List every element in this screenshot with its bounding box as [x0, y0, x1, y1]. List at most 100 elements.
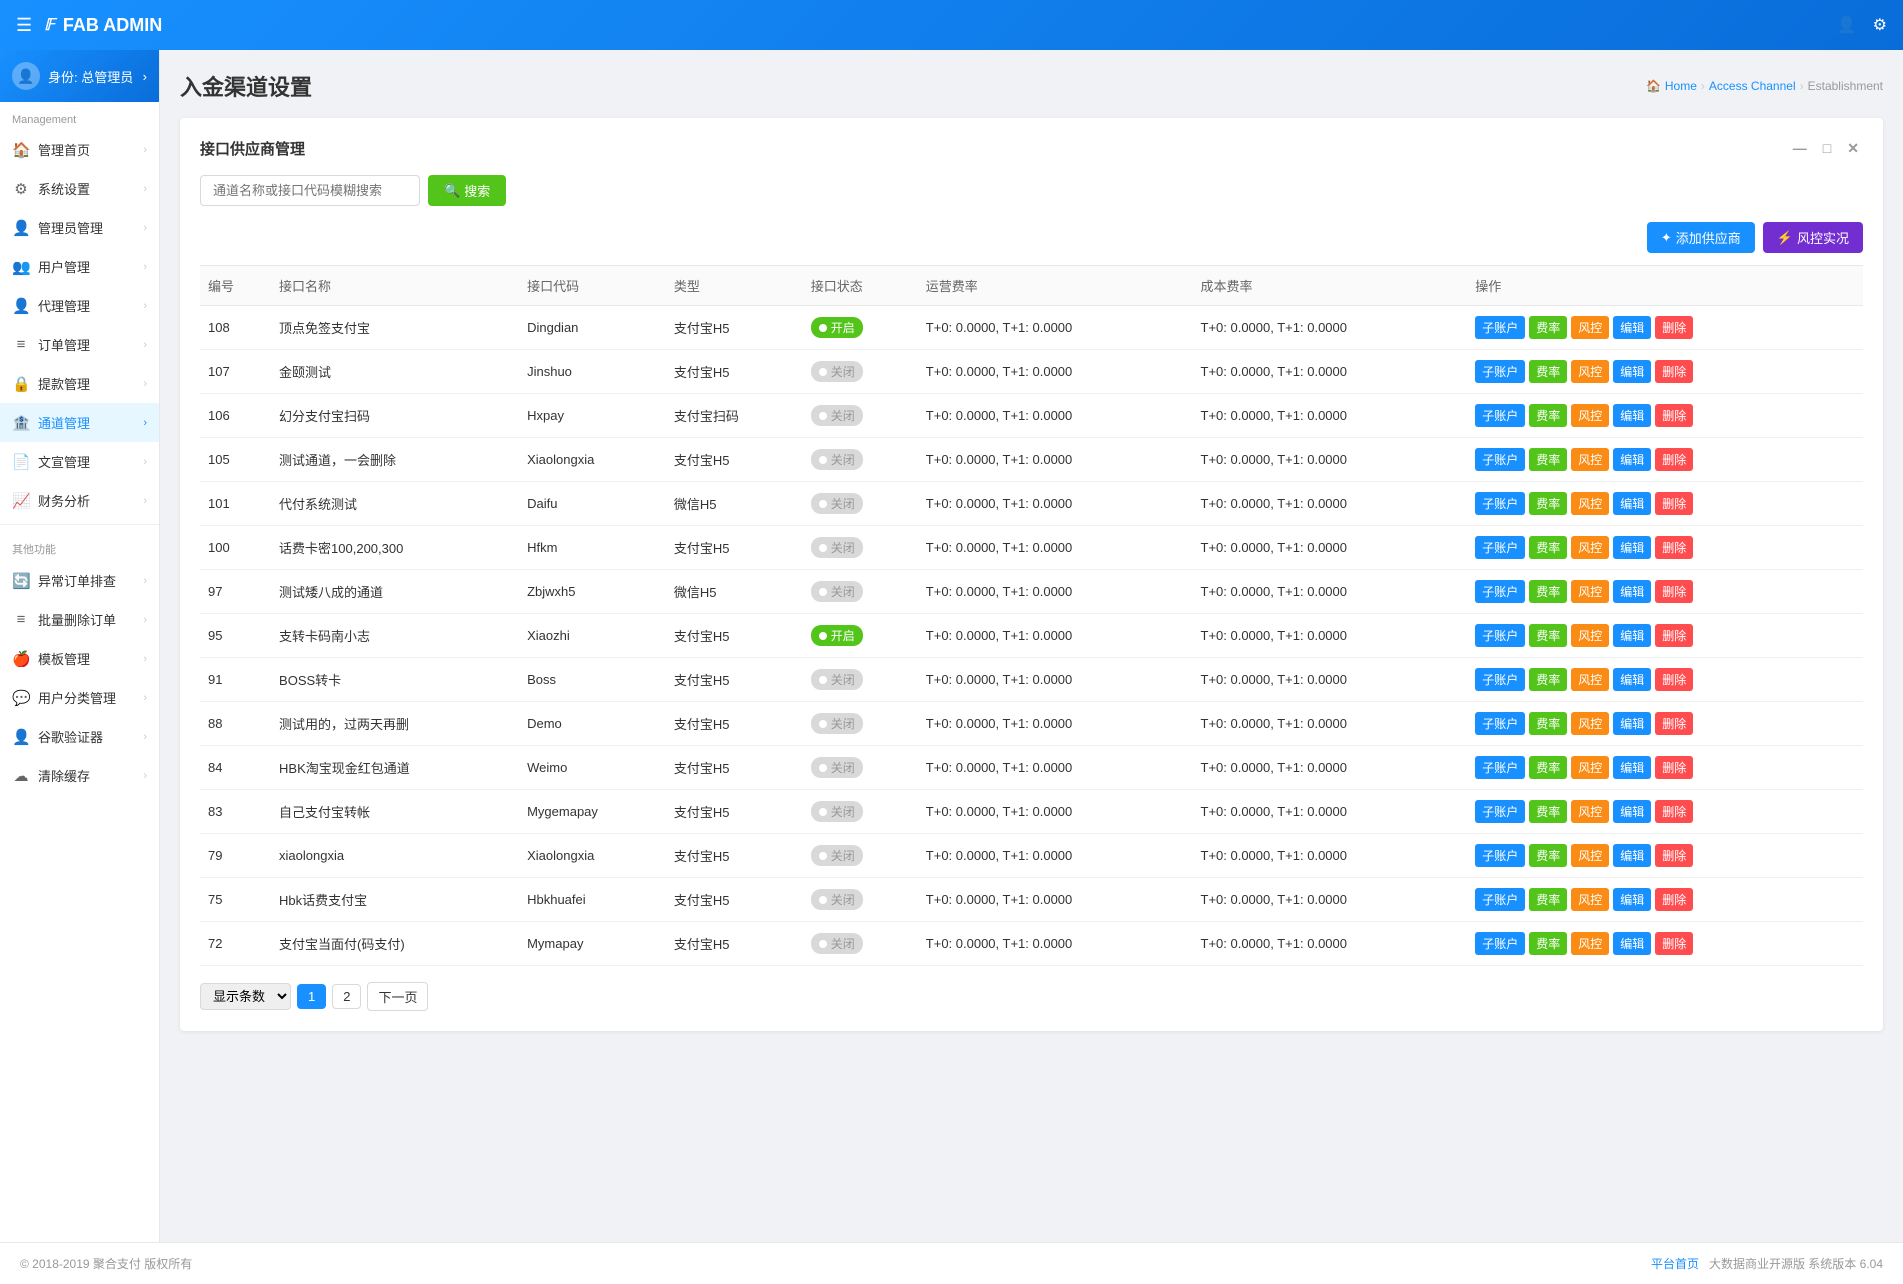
delete-button[interactable]: 删除 [1655, 536, 1693, 559]
sidebar-item-abnormal[interactable]: 🔄 异常订单排查 › [0, 561, 159, 600]
delete-button[interactable]: 删除 [1655, 404, 1693, 427]
page-1-button[interactable]: 1 [297, 984, 326, 1009]
rate-button[interactable]: 费率 [1529, 580, 1567, 603]
delete-button[interactable]: 删除 [1655, 888, 1693, 911]
sub-account-button[interactable]: 子账户 [1475, 536, 1525, 559]
minimize-icon[interactable]: — [1789, 138, 1811, 159]
edit-button[interactable]: 编辑 [1613, 668, 1651, 691]
sub-account-button[interactable]: 子账户 [1475, 448, 1525, 471]
page-2-button[interactable]: 2 [332, 984, 361, 1009]
edit-button[interactable]: 编辑 [1613, 712, 1651, 735]
sidebar-item-document[interactable]: 📄 文宣管理 › [0, 442, 159, 481]
sub-account-button[interactable]: 子账户 [1475, 800, 1525, 823]
delete-button[interactable]: 删除 [1655, 580, 1693, 603]
edit-button[interactable]: 编辑 [1613, 888, 1651, 911]
rate-button[interactable]: 费率 [1529, 360, 1567, 383]
delete-button[interactable]: 删除 [1655, 756, 1693, 779]
edit-button[interactable]: 编辑 [1613, 316, 1651, 339]
search-button[interactable]: 🔍 搜索 [428, 175, 506, 206]
sidebar-item-agent[interactable]: 👤 代理管理 › [0, 286, 159, 325]
user-icon[interactable]: 👤 [1837, 15, 1857, 35]
sub-account-button[interactable]: 子账户 [1475, 624, 1525, 647]
sub-account-button[interactable]: 子账户 [1475, 404, 1525, 427]
edit-button[interactable]: 编辑 [1613, 800, 1651, 823]
risk-button[interactable]: 风控 [1571, 844, 1609, 867]
edit-button[interactable]: 编辑 [1613, 932, 1651, 955]
sidebar-item-clear[interactable]: ☁ 清除缓存 › [0, 756, 159, 795]
breadcrumb-home-link[interactable]: Home [1665, 79, 1697, 93]
sub-account-button[interactable]: 子账户 [1475, 712, 1525, 735]
risk-button[interactable]: 风控 [1571, 580, 1609, 603]
sub-account-button[interactable]: 子账户 [1475, 756, 1525, 779]
sidebar-item-admin[interactable]: 👤 管理员管理 › [0, 208, 159, 247]
risk-button[interactable]: 风控 [1571, 316, 1609, 339]
sub-account-button[interactable]: 子账户 [1475, 888, 1525, 911]
breadcrumb-access-link[interactable]: Access Channel [1709, 79, 1796, 93]
sidebar-item-system[interactable]: ⚙ 系统设置 › [0, 169, 159, 208]
sidebar-item-batch[interactable]: ≡ 批量删除订单 › [0, 600, 159, 639]
risk-monitor-button[interactable]: ⚡ 风控实况 [1763, 222, 1863, 253]
risk-button[interactable]: 风控 [1571, 448, 1609, 471]
rate-button[interactable]: 费率 [1529, 932, 1567, 955]
risk-button[interactable]: 风控 [1571, 668, 1609, 691]
close-icon[interactable]: ✕ [1843, 138, 1863, 159]
sub-account-button[interactable]: 子账户 [1475, 492, 1525, 515]
sidebar-item-channel[interactable]: 🏦 通道管理 › [0, 403, 159, 442]
rate-button[interactable]: 费率 [1529, 492, 1567, 515]
rate-button[interactable]: 费率 [1529, 624, 1567, 647]
add-supplier-button[interactable]: ✦ 添加供应商 [1647, 222, 1755, 253]
risk-button[interactable]: 风控 [1571, 800, 1609, 823]
sidebar-item-finance[interactable]: 📈 财务分析 › [0, 481, 159, 520]
menu-toggle-icon[interactable]: ☰ [16, 15, 32, 36]
sidebar-item-withdraw[interactable]: 🔒 提款管理 › [0, 364, 159, 403]
sidebar-item-category[interactable]: 💬 用户分类管理 › [0, 678, 159, 717]
edit-button[interactable]: 编辑 [1613, 360, 1651, 383]
sidebar-item-dashboard[interactable]: 🏠 管理首页 › [0, 130, 159, 169]
risk-button[interactable]: 风控 [1571, 360, 1609, 383]
edit-button[interactable]: 编辑 [1613, 624, 1651, 647]
rate-button[interactable]: 费率 [1529, 668, 1567, 691]
page-next-button[interactable]: 下一页 [367, 982, 428, 1011]
sub-account-button[interactable]: 子账户 [1475, 932, 1525, 955]
footer-home-link[interactable]: 平台首页 [1651, 1257, 1699, 1271]
edit-button[interactable]: 编辑 [1613, 404, 1651, 427]
sidebar-item-google[interactable]: 👤 谷歌验证器 › [0, 717, 159, 756]
delete-button[interactable]: 删除 [1655, 624, 1693, 647]
risk-button[interactable]: 风控 [1571, 404, 1609, 427]
rate-button[interactable]: 费率 [1529, 844, 1567, 867]
sub-account-button[interactable]: 子账户 [1475, 360, 1525, 383]
delete-button[interactable]: 删除 [1655, 360, 1693, 383]
delete-button[interactable]: 删除 [1655, 932, 1693, 955]
sub-account-button[interactable]: 子账户 [1475, 316, 1525, 339]
sidebar-item-user[interactable]: 👥 用户管理 › [0, 247, 159, 286]
rate-button[interactable]: 费率 [1529, 536, 1567, 559]
edit-button[interactable]: 编辑 [1613, 844, 1651, 867]
sidebar-user[interactable]: 👤 身份: 总管理员 › [0, 50, 159, 102]
maximize-icon[interactable]: □ [1819, 138, 1835, 159]
risk-button[interactable]: 风控 [1571, 492, 1609, 515]
rate-button[interactable]: 费率 [1529, 888, 1567, 911]
risk-button[interactable]: 风控 [1571, 756, 1609, 779]
rate-button[interactable]: 费率 [1529, 404, 1567, 427]
edit-button[interactable]: 编辑 [1613, 448, 1651, 471]
sub-account-button[interactable]: 子账户 [1475, 668, 1525, 691]
delete-button[interactable]: 删除 [1655, 492, 1693, 515]
sub-account-button[interactable]: 子账户 [1475, 580, 1525, 603]
risk-button[interactable]: 风控 [1571, 712, 1609, 735]
page-size-select[interactable]: 显示条数 [200, 983, 291, 1010]
search-input[interactable] [200, 175, 420, 206]
delete-button[interactable]: 删除 [1655, 316, 1693, 339]
edit-button[interactable]: 编辑 [1613, 580, 1651, 603]
risk-button[interactable]: 风控 [1571, 888, 1609, 911]
sidebar-item-order[interactable]: ≡ 订单管理 › [0, 325, 159, 364]
delete-button[interactable]: 删除 [1655, 448, 1693, 471]
delete-button[interactable]: 删除 [1655, 712, 1693, 735]
sidebar-item-template[interactable]: 🍎 模板管理 › [0, 639, 159, 678]
rate-button[interactable]: 费率 [1529, 800, 1567, 823]
edit-button[interactable]: 编辑 [1613, 756, 1651, 779]
risk-button[interactable]: 风控 [1571, 624, 1609, 647]
rate-button[interactable]: 费率 [1529, 448, 1567, 471]
risk-button[interactable]: 风控 [1571, 536, 1609, 559]
delete-button[interactable]: 删除 [1655, 844, 1693, 867]
rate-button[interactable]: 费率 [1529, 316, 1567, 339]
